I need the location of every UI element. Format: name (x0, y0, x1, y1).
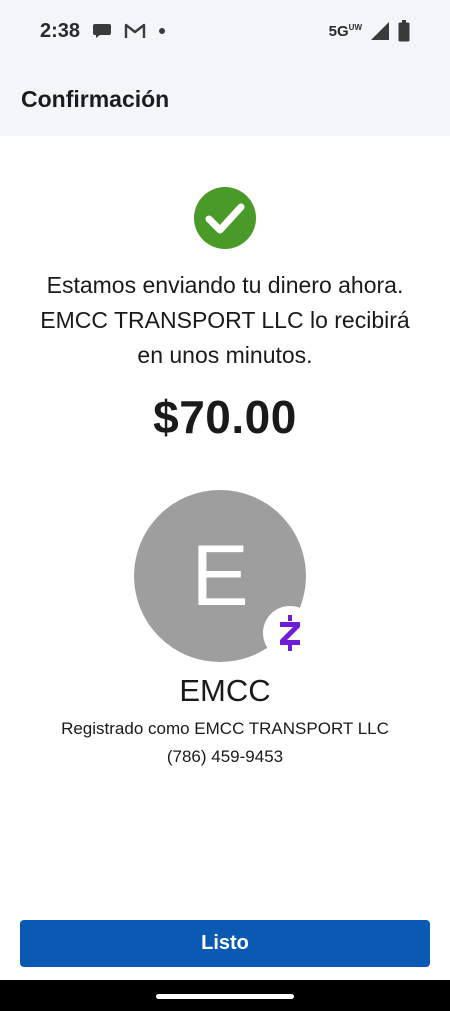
recipient-registered-as: Registrado como EMCC TRANSPORT LLC (61, 719, 389, 738)
recipient-phone: (786) 459-9453 (166, 747, 284, 766)
status-left: 2:38 (40, 20, 166, 43)
check-circle-icon (194, 187, 256, 249)
done-button[interactable]: Listo (20, 920, 430, 967)
message-line: Estamos enviando tu dinero ahora. (46, 272, 404, 298)
status-time: 2:38 (40, 19, 81, 42)
network-label: 5GUW (329, 23, 362, 40)
zelle-logo-icon (263, 606, 317, 660)
network-type: 5G (328, 22, 349, 40)
battery-icon (398, 20, 410, 42)
system-nav-bar (0, 980, 450, 1011)
status-right: 5GUW (329, 20, 410, 42)
recipient-name: EMCC (179, 673, 271, 708)
message-line: EMCC TRANSPORT LLC lo recibirá (40, 307, 410, 333)
signal-icon (370, 21, 390, 41)
message-line: en unos minutos. (137, 342, 313, 368)
confirmation-message: Estamos enviando tu dinero ahora. EMCC T… (0, 268, 450, 373)
home-gesture-handle[interactable] (156, 994, 294, 999)
dot-icon (158, 27, 166, 35)
gmail-icon (124, 23, 146, 39)
amount: $70.00 (153, 391, 297, 443)
chat-bubble-icon (92, 22, 112, 40)
avatar-letter: E (191, 527, 249, 624)
network-sub: UW (348, 22, 362, 32)
status-bar: 2:38 5GUW (0, 0, 450, 62)
page-title: Confirmación (21, 85, 170, 112)
app-header: Confirmación (0, 62, 450, 136)
